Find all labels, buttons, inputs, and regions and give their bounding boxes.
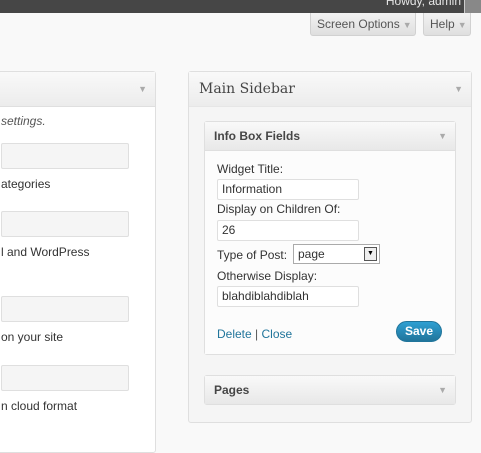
widget-item[interactable] [1, 365, 129, 391]
info-box-widget: Info Box Fields ▼ Widget Title: Informat… [204, 121, 456, 355]
pages-widget: Pages ▼ [204, 375, 456, 405]
widget-item[interactable] [1, 211, 129, 237]
pages-title: Pages [214, 383, 250, 397]
info-box-form: Widget Title: Information Display on Chi… [205, 151, 455, 354]
info-box-title: Info Box Fields [214, 129, 301, 143]
avatar[interactable] [464, 0, 481, 13]
close-link[interactable]: Close [262, 327, 293, 341]
chevron-down-icon[interactable]: ▼ [454, 84, 463, 94]
delete-link[interactable]: Delete [217, 327, 252, 341]
screen-options-button[interactable]: Screen Options ▼ [310, 13, 416, 36]
save-button[interactable]: Save [396, 321, 442, 342]
chevron-down-icon: ▼ [457, 20, 467, 30]
chevron-down-icon[interactable]: ▼ [438, 131, 447, 141]
widgets-description: settings. [1, 114, 46, 128]
widget-description: on your site [1, 330, 64, 344]
chevron-down-icon[interactable]: ▼ [438, 385, 447, 395]
widget-control-links: Delete | Close [217, 327, 292, 341]
help-label: Help [430, 17, 455, 31]
post-type-label: Type of Post: [217, 248, 288, 262]
main-sidebar-title: Main Sidebar [199, 81, 295, 97]
pages-header[interactable]: Pages ▼ [205, 376, 455, 404]
post-type-value: page [298, 247, 325, 261]
admin-bar: Howdy, admin [0, 0, 481, 13]
widget-description: l and WordPress [1, 245, 90, 259]
available-widgets-panel: ▼ settings. ategories l and WordPress on… [0, 71, 156, 453]
main-sidebar-panel: Main Sidebar ▼ Info Box Fields ▼ Widget … [188, 71, 472, 423]
link-separator: | [255, 327, 259, 341]
widget-title-input[interactable]: Information [217, 179, 359, 200]
help-button[interactable]: Help ▼ [423, 13, 471, 36]
available-widgets-header[interactable]: ▼ [0, 72, 155, 107]
screen-options-label: Screen Options [317, 17, 400, 31]
widget-description: ategories [1, 177, 51, 191]
info-box-header[interactable]: Info Box Fields ▼ [205, 122, 455, 151]
widget-title-label: Widget Title: [217, 162, 284, 176]
widget-description: n cloud format [1, 399, 78, 413]
otherwise-input[interactable]: blahdiblahdiblah [217, 286, 359, 307]
chevron-down-icon: ▼ [402, 20, 412, 30]
main-sidebar-header[interactable]: Main Sidebar ▼ [189, 72, 471, 107]
children-label: Display on Children Of: [217, 202, 341, 216]
dropdown-arrow-icon[interactable]: ▼ [364, 247, 377, 261]
post-type-select[interactable]: page ▼ [293, 244, 380, 264]
widget-item[interactable] [1, 296, 129, 322]
otherwise-label: Otherwise Display: [217, 269, 318, 283]
chevron-down-icon[interactable]: ▼ [138, 84, 147, 94]
widget-item[interactable] [1, 143, 129, 169]
howdy-greeting[interactable]: Howdy, admin [386, 0, 461, 8]
children-input[interactable]: 26 [217, 220, 359, 241]
